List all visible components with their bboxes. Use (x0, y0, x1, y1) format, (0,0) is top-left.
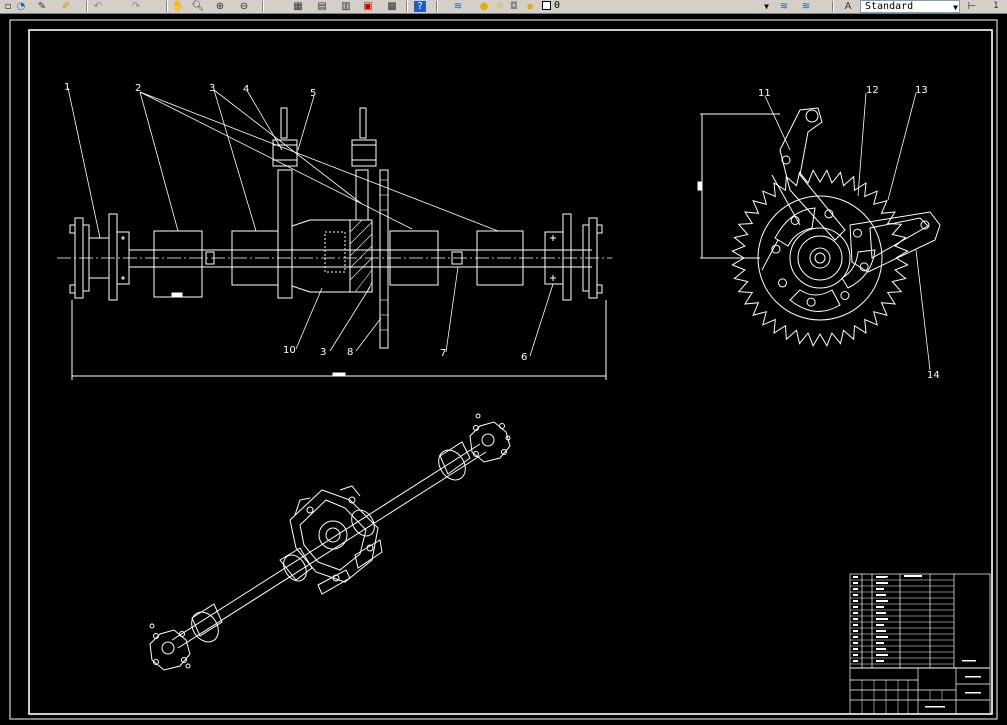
toolbar-separator (406, 1, 408, 12)
parts-row-name (876, 594, 886, 596)
balloon-11: 11 (758, 88, 771, 99)
matchprop-icon[interactable]: ✎ (36, 1, 48, 12)
balloon-5: 5 (310, 88, 316, 99)
parts-row-name (876, 582, 888, 584)
layer-dropdown[interactable]: 0 ▼ (538, 0, 770, 13)
layer-color-swatch (542, 0, 551, 10)
drawing-svg: 1 2 3 4 5 10 3 8 7 6 11 12 13 14 (9, 19, 998, 720)
sheet-set-icon[interactable]: ▣ (362, 1, 374, 12)
parts-row-name (876, 654, 888, 656)
parts-row-number (853, 660, 858, 662)
balloon-10: 10 (283, 345, 296, 356)
layer-on-bulb-icon[interactable]: ● (478, 1, 490, 12)
parts-row-number (853, 612, 858, 614)
parts-row-number (853, 636, 858, 638)
parts-row-number (853, 654, 858, 656)
toolbar-separator (166, 1, 168, 12)
redo-icon[interactable]: ↷ (130, 1, 142, 12)
balloon-6: 6 (521, 352, 527, 363)
parts-row-name (876, 618, 888, 620)
toolbar-separator (86, 1, 88, 12)
parts-row-name (876, 588, 884, 590)
bolt-hole (840, 291, 850, 300)
parts-row-name (876, 636, 888, 638)
parts-row-name (876, 624, 884, 626)
balloon-3: 3 (209, 83, 215, 94)
brush-icon[interactable]: ✐ (60, 1, 72, 12)
bolt-hole (853, 228, 862, 238)
balloon-2: 2 (135, 83, 141, 94)
new-icon[interactable]: ▫ (2, 1, 14, 12)
design-center-icon[interactable]: ▤ (316, 1, 328, 12)
title-block (849, 573, 991, 715)
model-space-canvas[interactable]: 1 2 3 4 5 10 3 8 7 6 11 12 13 14 (0, 14, 1007, 721)
bolt-hole (806, 297, 816, 307)
zoom-window-icon[interactable]: ⊕ (214, 1, 226, 12)
open-icon[interactable]: ◔ (15, 1, 27, 12)
parts-row-number (853, 630, 858, 632)
calculator-icon[interactable]: ▩ (386, 1, 398, 12)
layer-lock-icon[interactable]: ▪ (524, 1, 536, 12)
balloon-labels-front: 1 2 3 4 5 10 3 8 7 6 (64, 82, 527, 363)
parts-row-number (853, 648, 858, 650)
parts-list-rows (850, 576, 954, 665)
balloon-8: 8 (347, 347, 353, 358)
parts-row-number (853, 642, 858, 644)
parts-row-number (853, 576, 858, 578)
parts-row-name (876, 648, 886, 650)
parts-row-name (876, 660, 884, 662)
parts-row-number (853, 600, 858, 602)
parts-row-number (853, 618, 858, 620)
textstyle-value: Standard (865, 1, 914, 12)
textstyle-dropdown[interactable]: Standard ▼ (860, 0, 960, 13)
parts-row-name (876, 600, 888, 602)
make-object-layer-current-icon[interactable]: ≋ (778, 1, 790, 12)
axle-isometric-view (149, 413, 511, 671)
parts-row-number (853, 624, 858, 626)
text-style-icon[interactable]: A (842, 1, 854, 12)
toolbar-separator (832, 1, 834, 12)
balloon-7: 7 (440, 348, 446, 359)
outer-border (9, 19, 998, 720)
balloon-14: 14 (927, 370, 940, 381)
zoom-realtime-icon[interactable]: 🔍︎ (192, 1, 205, 12)
parts-row-number (853, 582, 858, 584)
layer-previous-icon[interactable]: ≋ (800, 1, 812, 12)
toolbar-separator (436, 1, 438, 12)
axle-front-view (57, 87, 612, 380)
properties-icon[interactable]: ▦ (292, 1, 304, 12)
balloon-12: 12 (866, 85, 879, 96)
parts-row-number (853, 588, 858, 590)
layer-properties-icon[interactable]: ≋ (452, 1, 464, 12)
balloon-4: 4 (243, 84, 249, 95)
toolbar-separator (262, 1, 264, 12)
chevron-down-icon[interactable]: ▼ (953, 2, 958, 13)
right-edge-text: 1 (993, 1, 999, 11)
pan-icon[interactable]: ✋ (172, 1, 184, 12)
undo-icon[interactable]: ↶ (92, 1, 104, 12)
bolt-hole (778, 278, 787, 288)
parts-row-name (876, 642, 884, 644)
inner-border (28, 29, 993, 715)
parts-row-number (853, 606, 858, 608)
balloon-13: 13 (915, 85, 928, 96)
chevron-down-icon[interactable]: ▼ (764, 1, 769, 12)
layer-thaw-sun-icon[interactable]: ☼ (494, 1, 506, 12)
balloon-3b: 3 (320, 347, 326, 358)
cad-toolbar: ▫ ◔ ✎ ✐ ↶ ↷ ✋ 🔍︎ ⊕ ⊖ ▦ ▤ ▥ ▣ ▩ ? ≋ ● ☼ ◘… (0, 0, 1007, 14)
parts-row-name (876, 606, 884, 608)
layer-unlock-icon[interactable]: ◘ (508, 1, 520, 12)
layer-value: 0 (554, 0, 561, 11)
parts-row-name (876, 612, 886, 614)
tool-palettes-icon[interactable]: ▥ (340, 1, 352, 12)
balloon-labels-side: 11 12 13 14 (758, 85, 940, 381)
balloon-1: 1 (64, 82, 70, 93)
sprocket-side-view (697, 92, 941, 371)
help-icon[interactable]: ? (414, 1, 426, 12)
zoom-previous-icon[interactable]: ⊖ (238, 1, 250, 12)
dimension-style-icon[interactable]: ⊢ (966, 1, 978, 12)
parts-row-name (876, 630, 886, 632)
parts-row-number (853, 594, 858, 596)
